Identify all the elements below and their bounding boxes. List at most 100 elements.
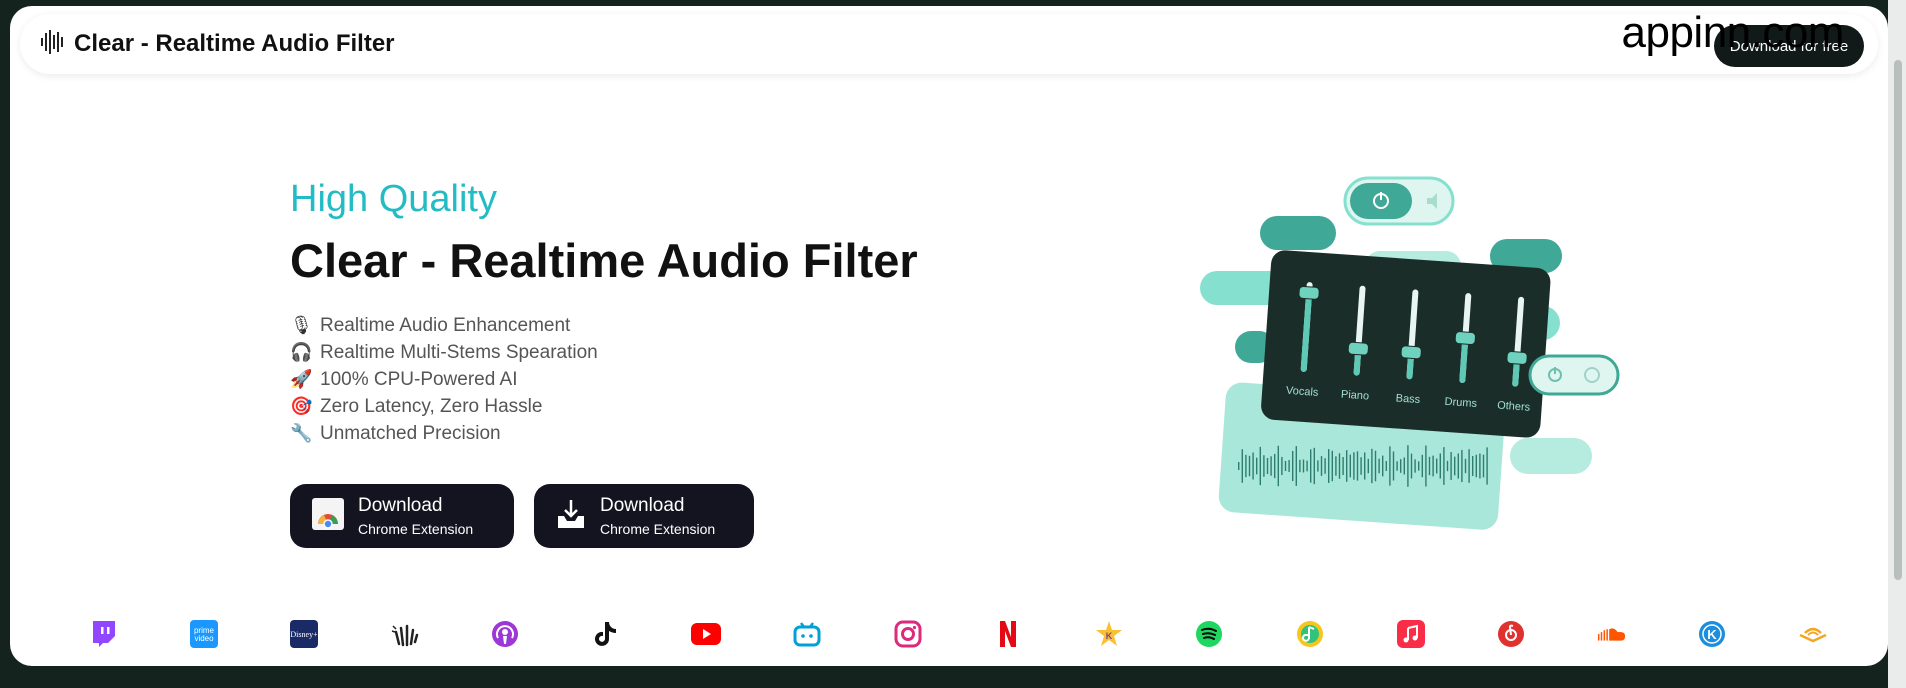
slider-label: Vocals [1286,385,1320,399]
waveform-bar [1353,452,1355,480]
hero-text: High Quality Clear - Realtime Audio Filt… [290,178,918,447]
waveform-bar [1454,456,1456,476]
button-sub-label: Chrome Extension [600,521,716,537]
waveform-bar [1446,460,1449,472]
kmusic-icon[interactable]: K [1094,619,1124,649]
waveform-bar [1241,449,1243,483]
deco-pill [1510,438,1592,474]
waveform-bar [1421,454,1423,478]
netflix-icon[interactable] [993,619,1023,649]
waveform-bar [1428,456,1431,476]
waveform-bar [1238,462,1240,470]
scrollbar[interactable] [1888,0,1906,688]
feature-item: 🎙 Realtime Audio Enhancement [290,312,918,339]
waveform-bar [1320,456,1323,476]
scroll-thumb[interactable] [1894,60,1902,580]
waveform-bar [1425,445,1427,487]
power-toggle-top [1343,176,1455,226]
waveform-bar [1360,457,1362,475]
rocket-icon: 🚀 [290,369,313,389]
page: Clear - Realtime Audio Filter Download f… [10,6,1888,666]
waveform-bar [1396,461,1398,471]
hand-wave-icon[interactable] [390,619,420,649]
waveform-bar [1482,454,1485,478]
watermark: appinn.com [1621,8,1845,57]
waveform-bar [1418,461,1420,471]
waveform-bar [1335,456,1337,476]
hero-title: Clear - Realtime Audio Filter [290,234,918,287]
qq-music-icon[interactable] [1295,619,1325,649]
waveform-bar [1292,450,1294,482]
prime-video-icon[interactable]: prime video [189,619,219,649]
button-main-label: Download [358,495,443,516]
waveform-bar [1346,450,1348,482]
download-chrome-extension-button-2[interactable]: Download Chrome Extension [534,484,754,548]
svg-text:video: video [194,634,214,643]
spotify-icon[interactable] [1194,619,1224,649]
apple-music-icon[interactable] [1396,619,1426,649]
waveform-bar [1385,461,1387,471]
netease-music-icon[interactable] [1496,619,1526,649]
waveform-bar [1338,453,1341,479]
bilibili-icon[interactable] [792,619,822,649]
disney-plus-icon[interactable]: Disney+ [289,619,319,649]
slider-label: Bass [1395,392,1421,406]
youtube-icon[interactable] [691,619,722,649]
waveform-bar [1472,455,1474,477]
waveform-bar [1407,445,1409,487]
audible-icon[interactable] [1798,619,1828,649]
power-toggle-side [1528,354,1620,396]
feature-label: Realtime Audio Enhancement [320,314,571,336]
waveform-bar [1436,458,1438,474]
microphone-icon: 🎙 [290,315,313,335]
button-main-label: Download [600,495,685,516]
waveform-bar [1295,446,1297,486]
kugou-icon[interactable]: K [1697,619,1727,649]
svg-text:K: K [1708,627,1718,642]
waveform-bar [1439,453,1441,479]
waveform-bar [1392,451,1395,481]
waveform-bar [1259,446,1261,486]
waveform-bar [1374,450,1377,482]
waveform-bar [1317,460,1319,472]
brand[interactable]: Clear - Realtime Audio Filter [40,29,395,59]
soundcloud-icon[interactable] [1597,619,1627,649]
waveform-bar [1378,458,1380,474]
waveform-bar [1367,458,1369,474]
feature-label: Realtime Multi-Stems Spearation [320,341,598,363]
waveform-bar [1288,460,1290,472]
waveform-bar [1284,461,1287,471]
waveform-bar [1310,449,1312,483]
waveform-bar [1274,453,1276,479]
waveform-bar [1248,455,1251,477]
navbar: Clear - Realtime Audio Filter Download f… [20,14,1878,74]
waveform-bar [1443,447,1445,485]
waveform-bar [1356,451,1359,481]
waveform-bar [1281,456,1283,476]
hero-subtitle: High Quality [290,178,497,220]
waveform-bar [1479,453,1481,479]
feature-label: Unmatched Precision [320,422,501,444]
tiktok-icon[interactable] [591,619,621,649]
waveform-bar [1389,446,1391,486]
instagram-icon[interactable] [893,619,923,649]
waveform-bar [1328,449,1330,483]
feature-item: 🚀 100% CPU-Powered AI [290,366,918,393]
waveform-bar [1475,454,1477,478]
podcasts-icon[interactable] [490,619,520,649]
waveform-bar [1266,457,1269,475]
waveform-bar [1403,457,1405,475]
feature-item: 🔧 Unmatched Precision [290,420,918,447]
platform-icons-row: prime video Disney+ K K [88,612,1828,656]
equalizer-panel: Vocals Piano Bass Drums Others [1261,250,1551,438]
download-chrome-extension-button[interactable]: Download Chrome Extension [290,484,514,548]
feature-label: Zero Latency, Zero Hassle [320,395,543,417]
twitch-icon[interactable] [88,619,118,649]
brand-title: Clear - Realtime Audio Filter [74,30,395,57]
waveform-bar [1270,456,1272,476]
slider-knob-vocals [1298,285,1320,300]
headphones-icon: 🎧 [290,342,313,362]
slider-knob-bass [1400,345,1422,360]
equalizer-illustration: Vocals Piano Bass Drums Others [1180,166,1630,556]
waveform-bar [1245,454,1247,478]
